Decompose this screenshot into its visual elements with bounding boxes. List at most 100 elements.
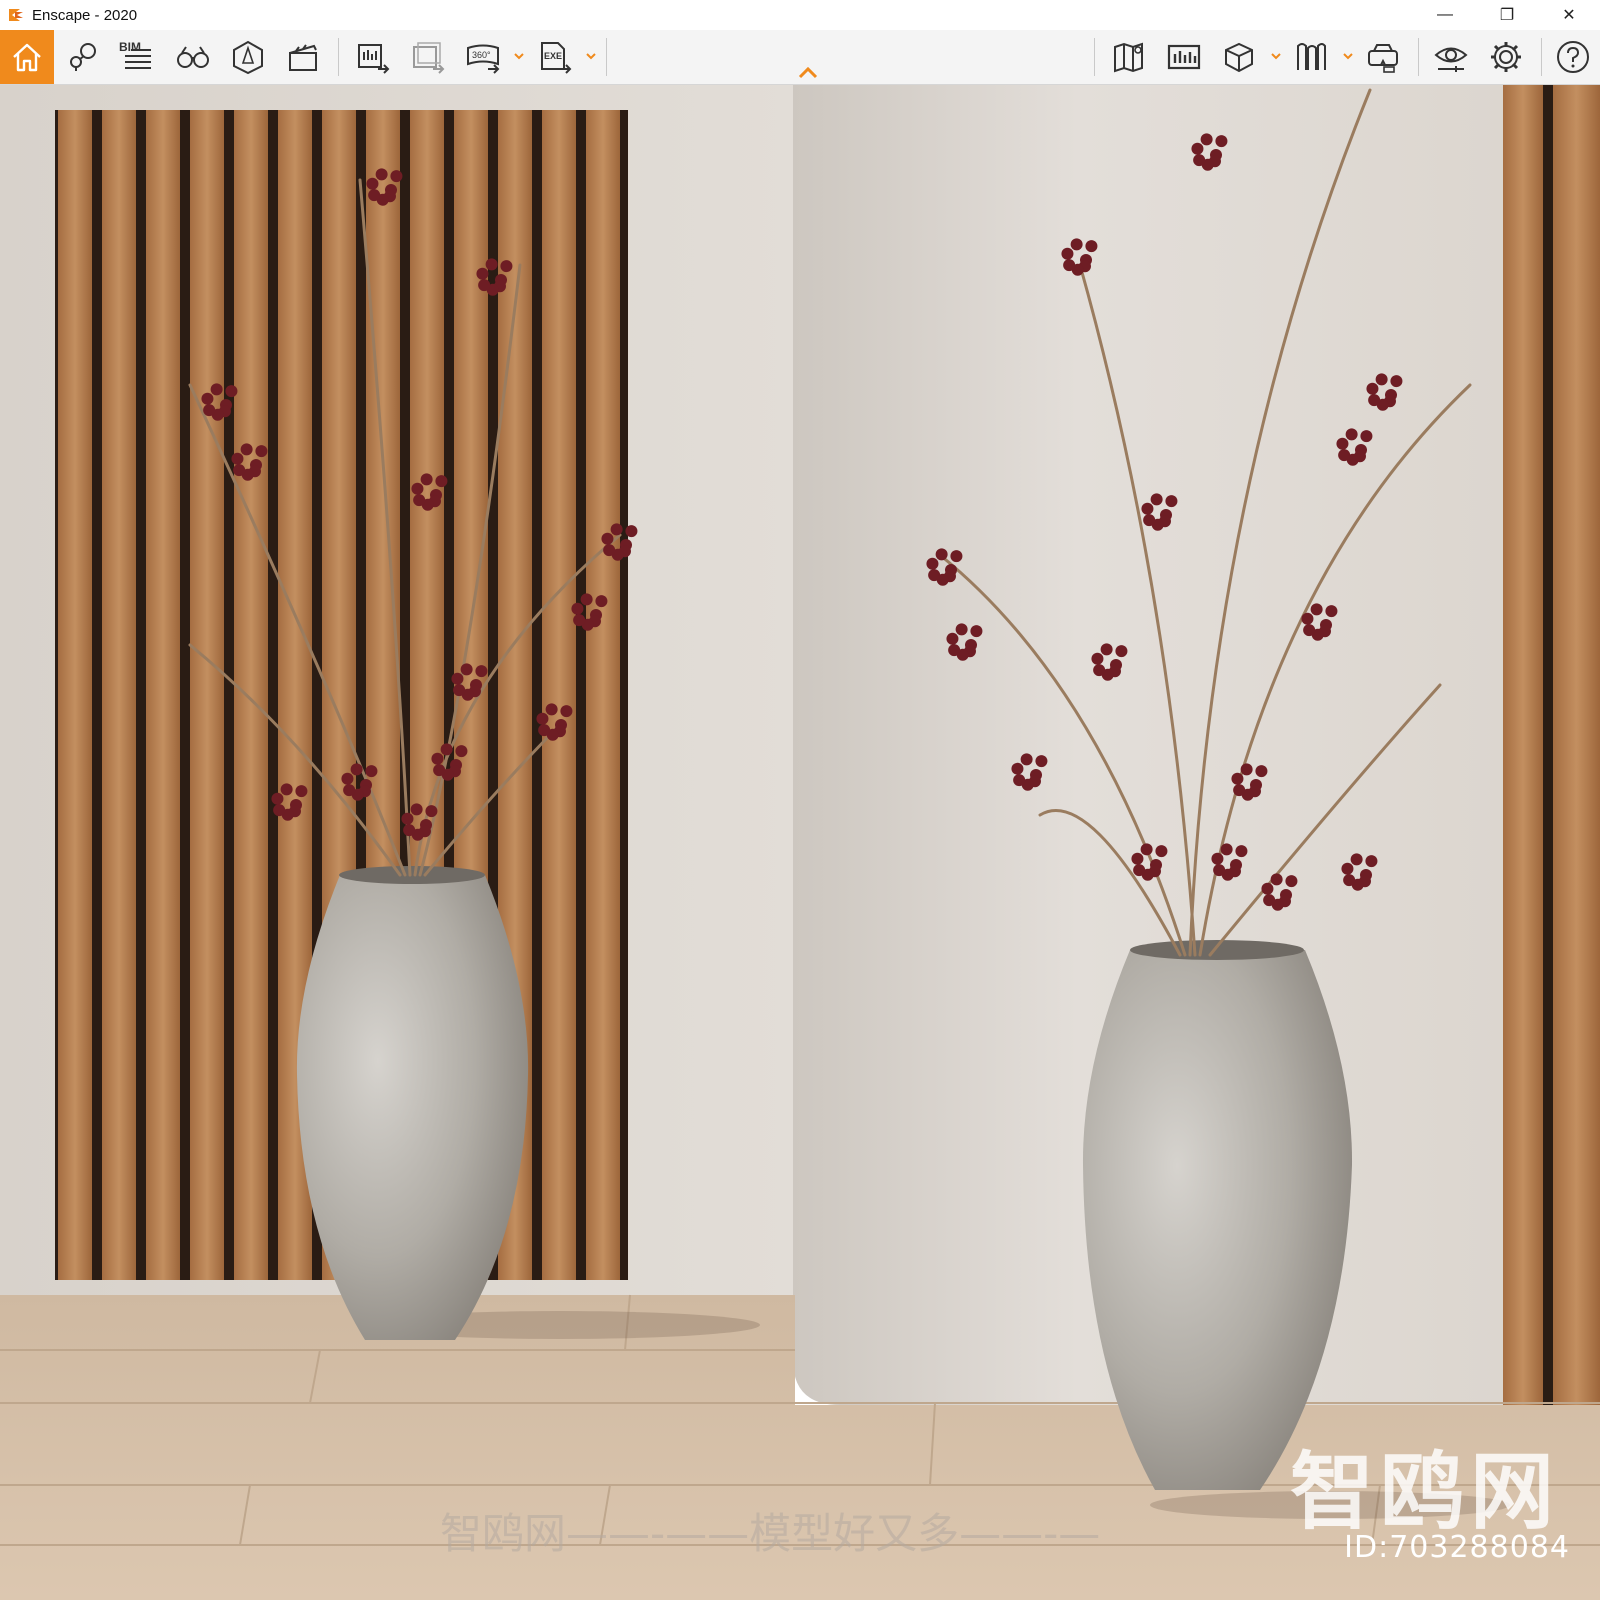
berry	[948, 644, 961, 657]
enscape-logo-icon	[9, 9, 23, 21]
object-dropdown-icon[interactable]	[1270, 50, 1282, 62]
home-button[interactable]	[0, 30, 54, 84]
berry	[610, 523, 623, 536]
berry	[420, 473, 433, 486]
visual-settings-button[interactable]	[1428, 35, 1474, 79]
berry	[1131, 852, 1144, 865]
watermark-id: ID:703288084	[1344, 1530, 1570, 1565]
material-dropdown-icon[interactable]	[1342, 50, 1354, 62]
exe-dropdown-icon[interactable]	[585, 50, 597, 62]
berry	[1338, 449, 1351, 462]
clapperboard-icon	[289, 44, 317, 71]
minimize-button[interactable]: —	[1414, 0, 1476, 30]
berry	[560, 705, 573, 718]
views-button[interactable]	[60, 35, 106, 79]
collapse-toolbar-icon[interactable]	[797, 66, 819, 80]
berry	[601, 532, 614, 545]
berry	[475, 665, 488, 678]
panorama-button[interactable]: 360°	[460, 35, 506, 79]
berry	[1336, 437, 1349, 450]
video-button[interactable]	[280, 35, 326, 79]
render-button[interactable]	[350, 35, 396, 79]
berry	[1375, 373, 1388, 386]
watermark-slogan: 智鸥网——-——模型好又多——-—	[440, 1509, 1101, 1558]
berry	[536, 712, 549, 725]
asset-library-button[interactable]	[1161, 35, 1207, 79]
window-title: Enscape - 2020	[32, 6, 138, 24]
berry	[1020, 753, 1033, 766]
berry	[411, 482, 424, 495]
render-export-icon	[358, 44, 390, 74]
berry	[451, 672, 464, 685]
rendered-scene	[0, 85, 1600, 1600]
berry	[603, 544, 616, 557]
binoculars-icon	[177, 46, 209, 68]
bim-list-icon	[125, 49, 151, 69]
cube-icon	[1225, 42, 1253, 73]
berry	[1035, 755, 1048, 768]
batch-render-icon	[413, 42, 445, 74]
wood-slat	[146, 110, 180, 1280]
toolbar-separator	[1541, 38, 1542, 76]
help-button[interactable]	[1550, 35, 1596, 79]
berry	[1070, 238, 1083, 251]
berry	[1366, 382, 1379, 395]
berry	[1193, 154, 1206, 167]
berry	[435, 475, 448, 488]
window-controls: — ❐ ✕	[1414, 0, 1600, 30]
material-books-icon	[1297, 43, 1326, 70]
settings-button[interactable]	[1483, 35, 1529, 79]
berry	[1390, 375, 1403, 388]
berry	[1140, 843, 1153, 856]
visual-settings-icon	[1434, 47, 1468, 72]
restore-button[interactable]: ❐	[1476, 0, 1538, 30]
berry	[410, 803, 423, 816]
bim-button[interactable]	[115, 35, 161, 79]
panorama-360-icon: 360°	[467, 44, 500, 74]
berry	[1200, 133, 1213, 146]
berry	[1231, 772, 1244, 785]
toolbar-separator	[338, 38, 339, 76]
berry	[390, 170, 403, 183]
berry	[1360, 430, 1373, 443]
material-library-button[interactable]	[1288, 35, 1334, 79]
toolbar-separator	[1418, 38, 1419, 76]
main-toolbar: BIM 360° EXE	[0, 30, 1600, 85]
berry	[273, 804, 286, 817]
panorama-dropdown-icon[interactable]	[513, 50, 525, 62]
exe-export-button[interactable]: EXE	[532, 35, 578, 79]
berry	[1143, 514, 1156, 527]
map-button[interactable]	[1106, 35, 1152, 79]
berry	[1368, 394, 1381, 407]
berry	[1341, 862, 1354, 875]
close-button[interactable]: ✕	[1538, 0, 1600, 30]
berry	[1215, 135, 1228, 148]
berry	[625, 525, 638, 538]
berry	[425, 805, 438, 818]
berry	[280, 783, 293, 796]
berry	[375, 168, 388, 181]
object-button[interactable]	[1216, 35, 1262, 79]
map-icon	[1114, 42, 1143, 73]
berry	[431, 752, 444, 765]
berry	[1365, 855, 1378, 868]
light-view-button[interactable]	[225, 35, 271, 79]
title-bar: Enscape - 2020 — ❐ ✕	[0, 0, 1600, 30]
berry	[453, 684, 466, 697]
vr-button[interactable]	[1360, 35, 1406, 79]
berry	[433, 764, 446, 777]
berry	[1091, 652, 1104, 665]
berry	[1100, 643, 1113, 656]
berry	[201, 392, 214, 405]
walk-button[interactable]	[170, 35, 216, 79]
berry	[240, 443, 253, 456]
berry	[455, 745, 468, 758]
render-viewport[interactable]: 智鸥网——-——模型好又多——-— 智鸥网 ID:703288084	[0, 85, 1600, 1600]
berry	[1213, 864, 1226, 877]
svg-text:360°: 360°	[472, 50, 491, 60]
berry	[1013, 774, 1026, 787]
batch-render-button[interactable]	[405, 35, 451, 79]
berry	[1240, 763, 1253, 776]
berry	[1133, 864, 1146, 877]
wood-slat	[586, 110, 620, 1280]
